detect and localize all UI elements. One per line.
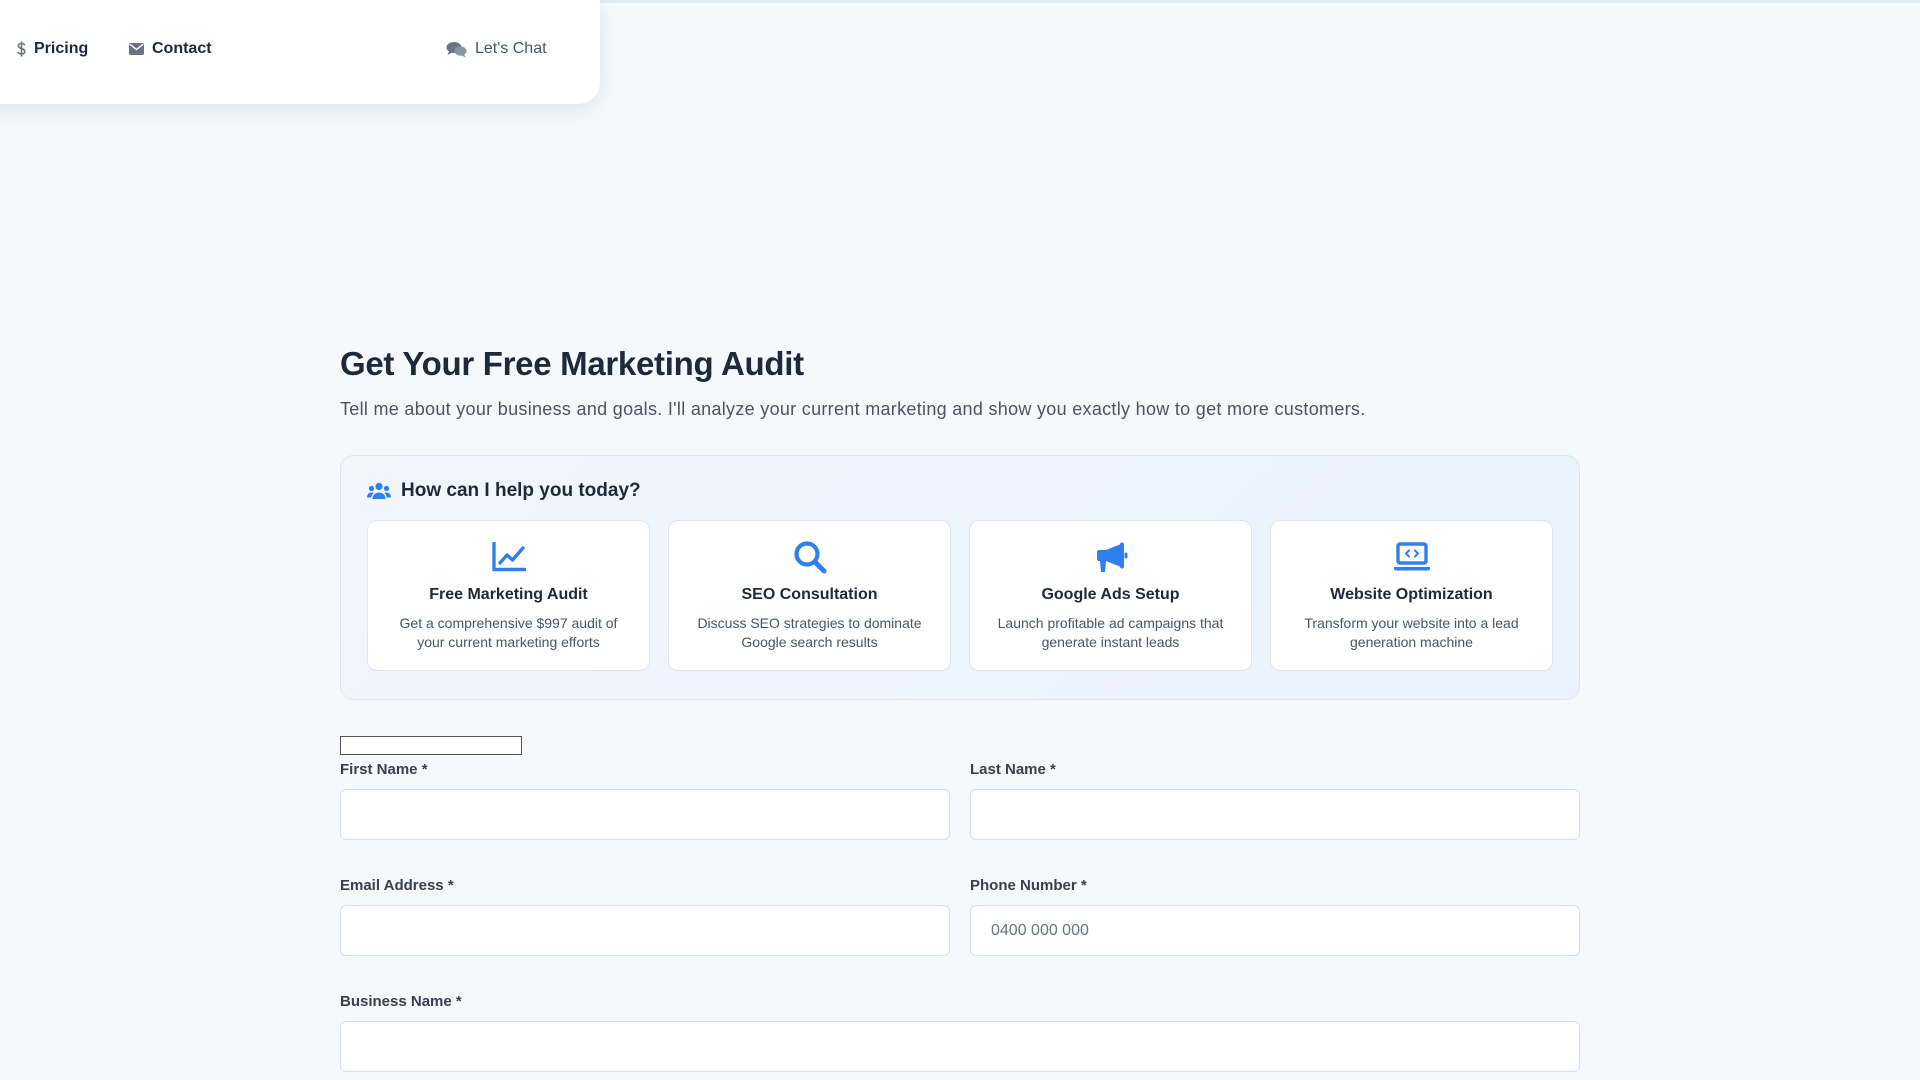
help-heading: How can I help you today? — [367, 480, 1553, 502]
laptop-code-icon — [1393, 539, 1431, 575]
business-name-input[interactable] — [340, 1021, 1580, 1072]
business-row: Business Name * — [340, 993, 1580, 1072]
last-name-label: Last Name * — [970, 761, 1056, 778]
audit-section: Get Your Free Marketing Audit Tell me ab… — [340, 345, 1580, 1072]
last-name-input[interactable] — [970, 789, 1580, 840]
nav-pricing-label: Pricing — [34, 40, 89, 57]
envelope-icon — [129, 43, 144, 55]
service-card-title: Google Ads Setup — [1041, 586, 1180, 603]
service-card-description: Launch profitable ad campaigns that gene… — [997, 615, 1224, 650]
service-card-title: Free Marketing Audit — [429, 586, 588, 603]
business-name-label: Business Name * — [340, 993, 462, 1010]
page-title: Get Your Free Marketing Audit — [340, 345, 804, 382]
dollar-icon — [17, 41, 26, 57]
chart-line-icon — [491, 539, 526, 575]
nav-contact-label: Contact — [152, 40, 212, 57]
business-name-group: Business Name * — [340, 993, 1580, 1072]
email-input[interactable] — [340, 905, 950, 956]
users-icon — [367, 482, 391, 501]
name-row: First Name * Last Name * — [340, 761, 1580, 840]
service-card-seo-consultation[interactable]: SEO Consultation Discuss SEO strategies … — [668, 520, 951, 671]
nav-chat-link[interactable]: Let's Chat — [446, 40, 547, 58]
search-icon — [793, 539, 827, 575]
contact-row: Email Address * Phone Number * — [340, 877, 1580, 956]
chat-bubbles-icon — [446, 41, 467, 58]
nav-chat-label: Let's Chat — [475, 40, 547, 57]
phone-input[interactable] — [970, 905, 1580, 956]
service-card-website-optimization[interactable]: Website Optimization Transform your webs… — [1270, 520, 1553, 671]
phone-group: Phone Number * — [970, 877, 1580, 956]
first-name-label: First Name * — [340, 761, 428, 778]
navbar: Pricing Contact Let's Chat — [0, 0, 600, 104]
first-name-group: First Name * — [340, 761, 950, 840]
service-card-description: Discuss SEO strategies to dominate Googl… — [697, 615, 922, 650]
service-card-google-ads[interactable]: Google Ads Setup Launch profitable ad ca… — [969, 520, 1252, 671]
service-cards: Free Marketing Audit Get a comprehensive… — [367, 520, 1553, 671]
first-name-input[interactable] — [340, 789, 950, 840]
help-panel: How can I help you today? Free Marketing… — [340, 455, 1580, 700]
service-card-title: SEO Consultation — [741, 586, 878, 603]
email-group: Email Address * — [340, 877, 950, 956]
service-card-description: Get a comprehensive $997 audit of your c… — [399, 615, 618, 650]
page-subtitle: Tell me about your business and goals. I… — [340, 399, 1366, 419]
honeypot-field[interactable] — [340, 736, 522, 755]
service-card-marketing-audit[interactable]: Free Marketing Audit Get a comprehensive… — [367, 520, 650, 671]
help-heading-text: How can I help you today? — [401, 480, 641, 501]
phone-label: Phone Number * — [970, 877, 1087, 894]
nav-pricing-link[interactable]: Pricing — [17, 40, 88, 58]
megaphone-icon — [1094, 539, 1128, 575]
service-card-title: Website Optimization — [1330, 586, 1493, 603]
nav-contact-link[interactable]: Contact — [129, 40, 212, 58]
service-card-description: Transform your website into a lead gener… — [1304, 615, 1519, 650]
email-label: Email Address * — [340, 877, 454, 894]
last-name-group: Last Name * — [970, 761, 1580, 840]
audit-form: First Name * Last Name * Email Address *… — [340, 761, 1580, 1072]
